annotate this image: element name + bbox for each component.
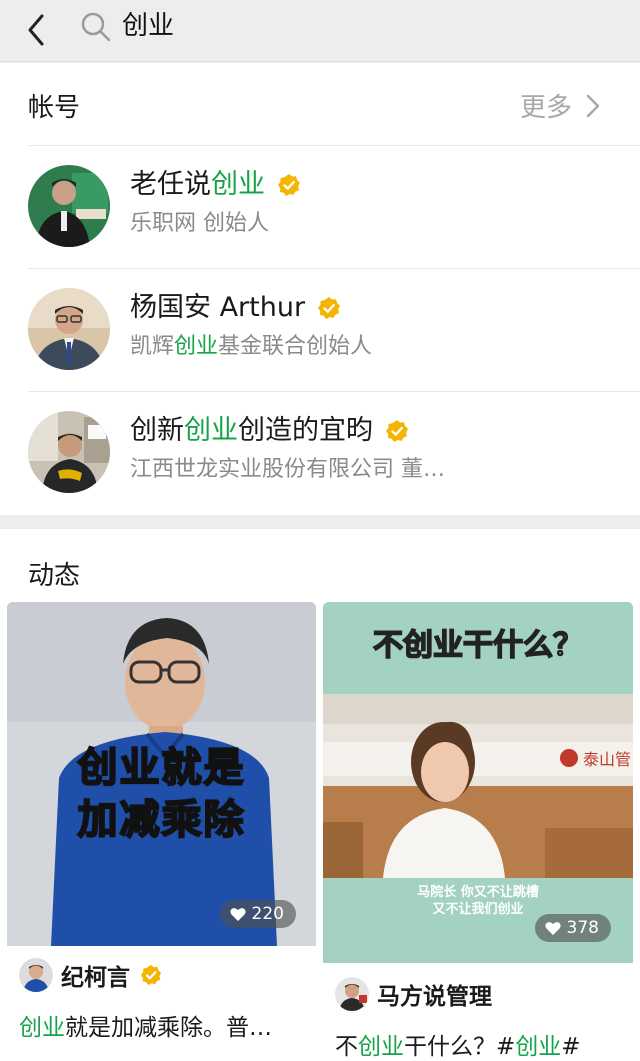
- account-name: 杨国安 Arthur: [130, 290, 341, 326]
- feed-card[interactable]: 泰山管 不创业干什么？ 马院长 你又不让跳槽 又不让我们创业 378 马方说管理…: [323, 602, 633, 1061]
- feed-card[interactable]: 创业就是 加减乘除 220 纪柯言 创业就是加减乘除。普…: [7, 602, 316, 1061]
- video-subtitle: 马院长 你又不让跳槽 又不让我们创业: [417, 885, 539, 917]
- account-description: 江西世龙实业股份有限公司 董…: [130, 457, 445, 482]
- author-name: 马方说管理: [377, 984, 492, 1010]
- author-row[interactable]: 马方说管理: [335, 977, 492, 1011]
- verified-badge-icon: [386, 420, 408, 442]
- video-thumbnail[interactable]: 泰山管 不创业干什么？ 马院长 你又不让跳槽 又不让我们创业 378: [323, 602, 633, 963]
- back-arrow-icon[interactable]: [18, 10, 58, 50]
- video-thumbnail[interactable]: 创业就是 加减乘除 220: [7, 602, 316, 946]
- verified-badge-icon: [278, 174, 300, 196]
- avatar: [28, 165, 110, 247]
- avatar: [28, 411, 110, 493]
- feed-section: 动态 创业就是 加减乘除 220 纪柯言 创业就是加减乘除。普… 泰山管 不创业…: [0, 529, 640, 1061]
- more-label: 更多: [519, 93, 572, 123]
- account-name: 老任说 创业: [130, 167, 301, 203]
- classroom-sign-text: 泰山管: [583, 750, 631, 769]
- search-input[interactable]: 创业: [122, 9, 174, 43]
- divider: [28, 268, 640, 269]
- post-caption: 不创业干什么？#创业#: [335, 1034, 581, 1060]
- like-count[interactable]: 378: [534, 914, 611, 942]
- avatar: [19, 958, 53, 992]
- verified-badge-icon: [140, 964, 162, 986]
- accounts-section-title: 帐号: [28, 93, 81, 123]
- divider: [28, 391, 640, 392]
- avatar: [335, 977, 369, 1011]
- more-accounts-link[interactable]: 更多: [520, 87, 600, 124]
- search-bar: 创业: [0, 0, 640, 62]
- feed-section-title: 动态: [28, 561, 81, 591]
- author-name: 纪柯言: [61, 965, 130, 991]
- like-count[interactable]: 220: [219, 900, 296, 928]
- video-overlay-caption: 创业就是 加减乘除: [77, 744, 246, 844]
- video-overlay-caption: 不创业干什么？: [372, 627, 584, 664]
- account-description: 乐职网 创始人: [130, 211, 269, 236]
- heart-icon: [229, 907, 246, 921]
- avatar: [28, 288, 110, 370]
- author-row[interactable]: 纪柯言: [19, 958, 162, 992]
- accounts-section: 帐号 更多 老任说 创业 乐职网 创始人 杨国安 Arthur 凯辉创业基金联合创…: [0, 63, 640, 515]
- search-icon: [80, 11, 112, 43]
- post-caption: 创业就是加减乘除。普…: [19, 1015, 272, 1041]
- verified-badge-icon: [318, 297, 341, 319]
- divider: [28, 145, 640, 146]
- account-item[interactable]: 老任说 创业 乐职网 创始人: [28, 145, 640, 267]
- chevron-right-icon: [586, 94, 600, 117]
- account-item[interactable]: 杨国安 Arthur 凯辉创业基金联合创始人: [28, 268, 640, 390]
- account-name: 创新 创业 创造的宜昀: [130, 413, 409, 449]
- account-item[interactable]: 创新 创业 创造的宜昀 江西世龙实业股份有限公司 董…: [28, 391, 640, 513]
- heart-icon: [544, 921, 561, 935]
- account-description: 凯辉创业基金联合创始人: [130, 334, 373, 359]
